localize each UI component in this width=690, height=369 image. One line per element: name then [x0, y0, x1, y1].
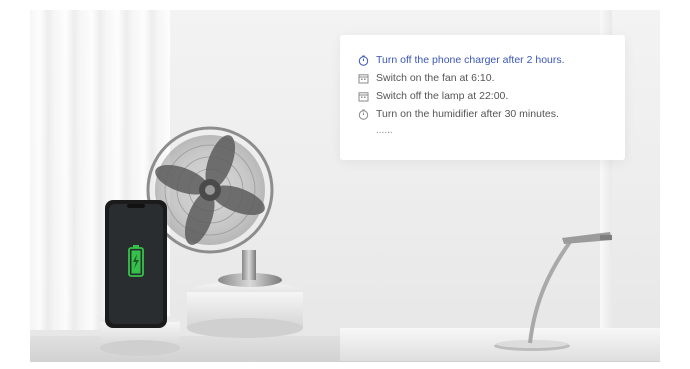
- task-item[interactable]: Turn off the phone charger after 2 hours…: [358, 51, 625, 69]
- task-item[interactable]: Switch off the lamp at 22:00.: [358, 87, 625, 105]
- calendar-icon: [358, 73, 369, 84]
- timer-icon: [358, 55, 369, 66]
- task-text: Switch on the fan at 6:10.: [376, 72, 495, 84]
- task-text: Turn on the humidifier after 30 minutes.: [376, 108, 559, 120]
- desk-lamp: [494, 232, 612, 351]
- task-text: Turn off the phone charger after 2 hours…: [376, 54, 565, 66]
- task-item[interactable]: Switch on the fan at 6:10.: [358, 69, 625, 87]
- more-ellipsis: ......: [376, 125, 393, 136]
- desk-fan: [146, 126, 303, 338]
- task-text: Switch off the lamp at 22:00.: [376, 90, 509, 102]
- task-item[interactable]: Turn on the humidifier after 30 minutes.: [358, 105, 625, 123]
- timer-icon: [358, 109, 369, 120]
- schedule-card: Turn off the phone charger after 2 hours…: [340, 35, 625, 160]
- calendar-icon: [358, 91, 369, 102]
